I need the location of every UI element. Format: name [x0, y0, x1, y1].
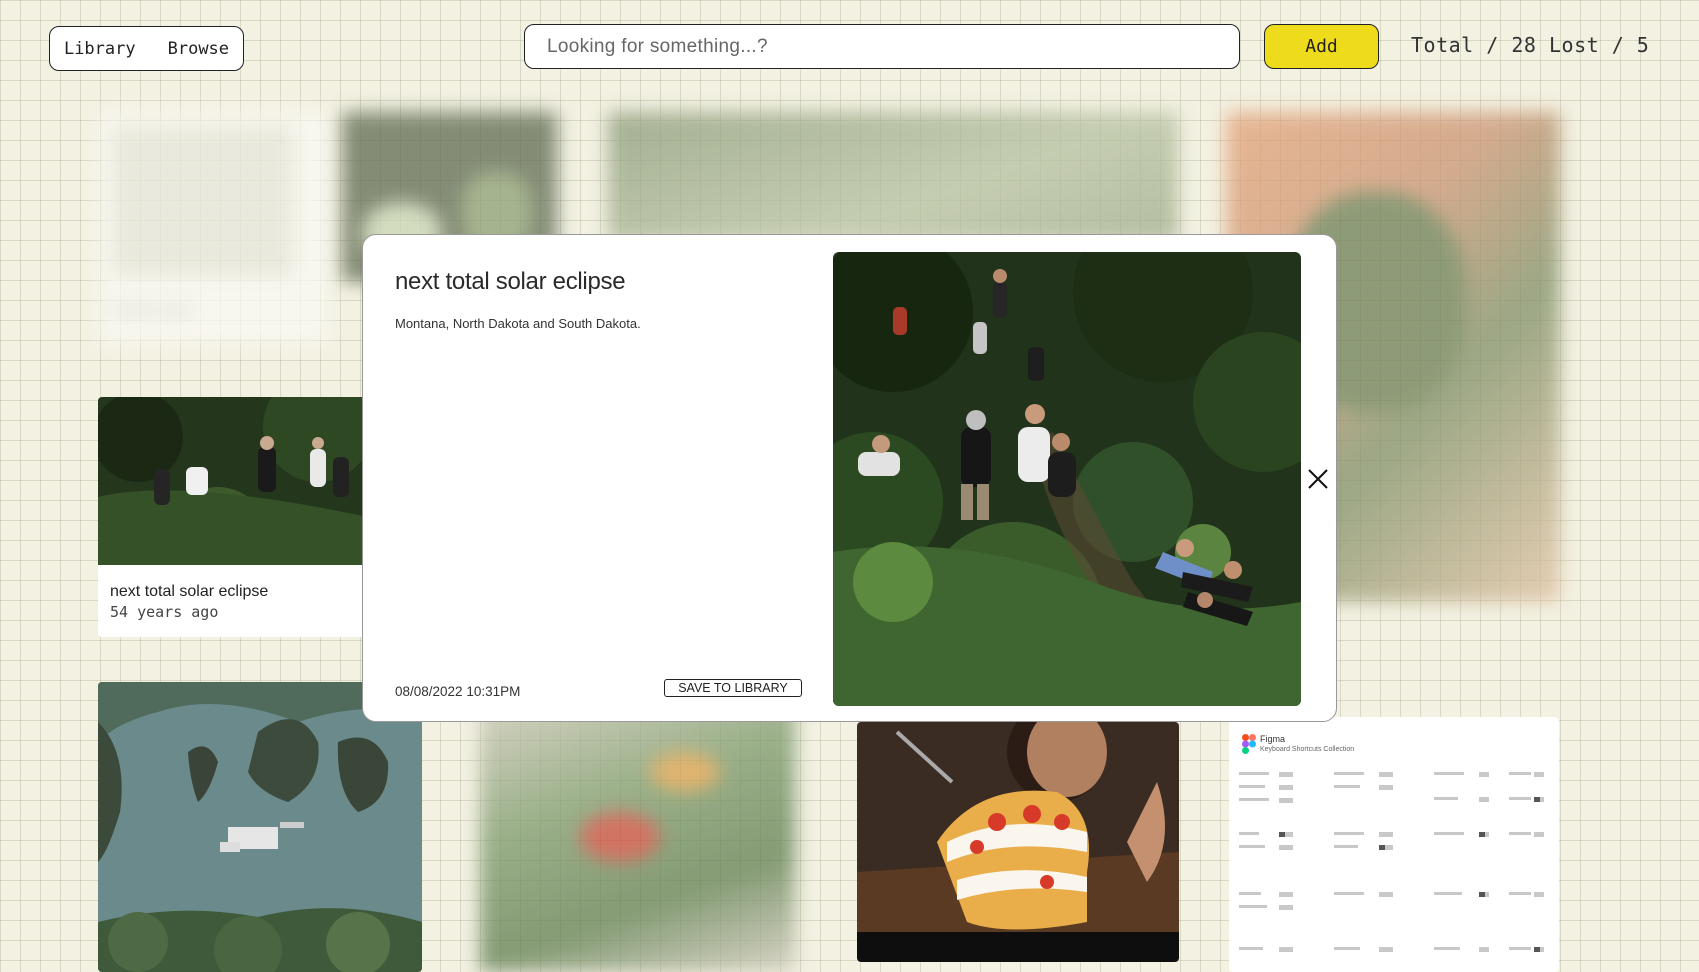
cake-card[interactable]: [857, 722, 1179, 962]
blurred-card[interactable]: xxxxxxx xxxxx: [99, 112, 329, 344]
save-to-library-button[interactable]: SAVE TO LIBRARY: [664, 679, 802, 697]
detail-modal: next total solar eclipse Montana, North …: [362, 234, 1337, 722]
figma-logo-icon: [1242, 734, 1256, 754]
card-title: next total solar eclipse: [110, 583, 269, 600]
modal-title: next total solar eclipse: [395, 268, 626, 295]
close-icon[interactable]: [1303, 464, 1333, 494]
figma-shortcuts-card[interactable]: Figma Keyboard Shortcuts Collection: [1229, 717, 1559, 972]
nav-library-link[interactable]: Library: [64, 39, 136, 59]
lost-count: Lost / 5: [1549, 33, 1650, 57]
lagoon-card[interactable]: [98, 682, 422, 972]
nav-browse-link[interactable]: Browse: [168, 39, 229, 59]
nav-switcher: Library Browse: [49, 26, 244, 71]
total-count: Total / 28: [1411, 33, 1537, 57]
modal-photo: [833, 252, 1301, 706]
modal-date: 08/08/2022 10:31PM: [395, 684, 521, 699]
figma-app-name: Figma: [1260, 734, 1286, 744]
search-input[interactable]: [524, 24, 1240, 69]
card-timestamp: 54 years ago: [110, 603, 219, 621]
blurred-card-landscape[interactable]: [608, 112, 1178, 242]
eclipse-card[interactable]: next total solar eclipse 54 years ago: [98, 397, 368, 637]
eclipse-thumbnail: [98, 397, 368, 565]
blurred-card-food[interactable]: [480, 682, 795, 972]
cake-thumbnail: [857, 722, 1179, 962]
modal-description: Montana, North Dakota and South Dakota.: [395, 316, 641, 331]
figma-subtitle: Keyboard Shortcuts Collection: [1260, 746, 1355, 753]
add-button[interactable]: Add: [1264, 24, 1379, 69]
shortcuts-table: [1239, 772, 1544, 952]
lagoon-thumbnail: [98, 682, 422, 972]
